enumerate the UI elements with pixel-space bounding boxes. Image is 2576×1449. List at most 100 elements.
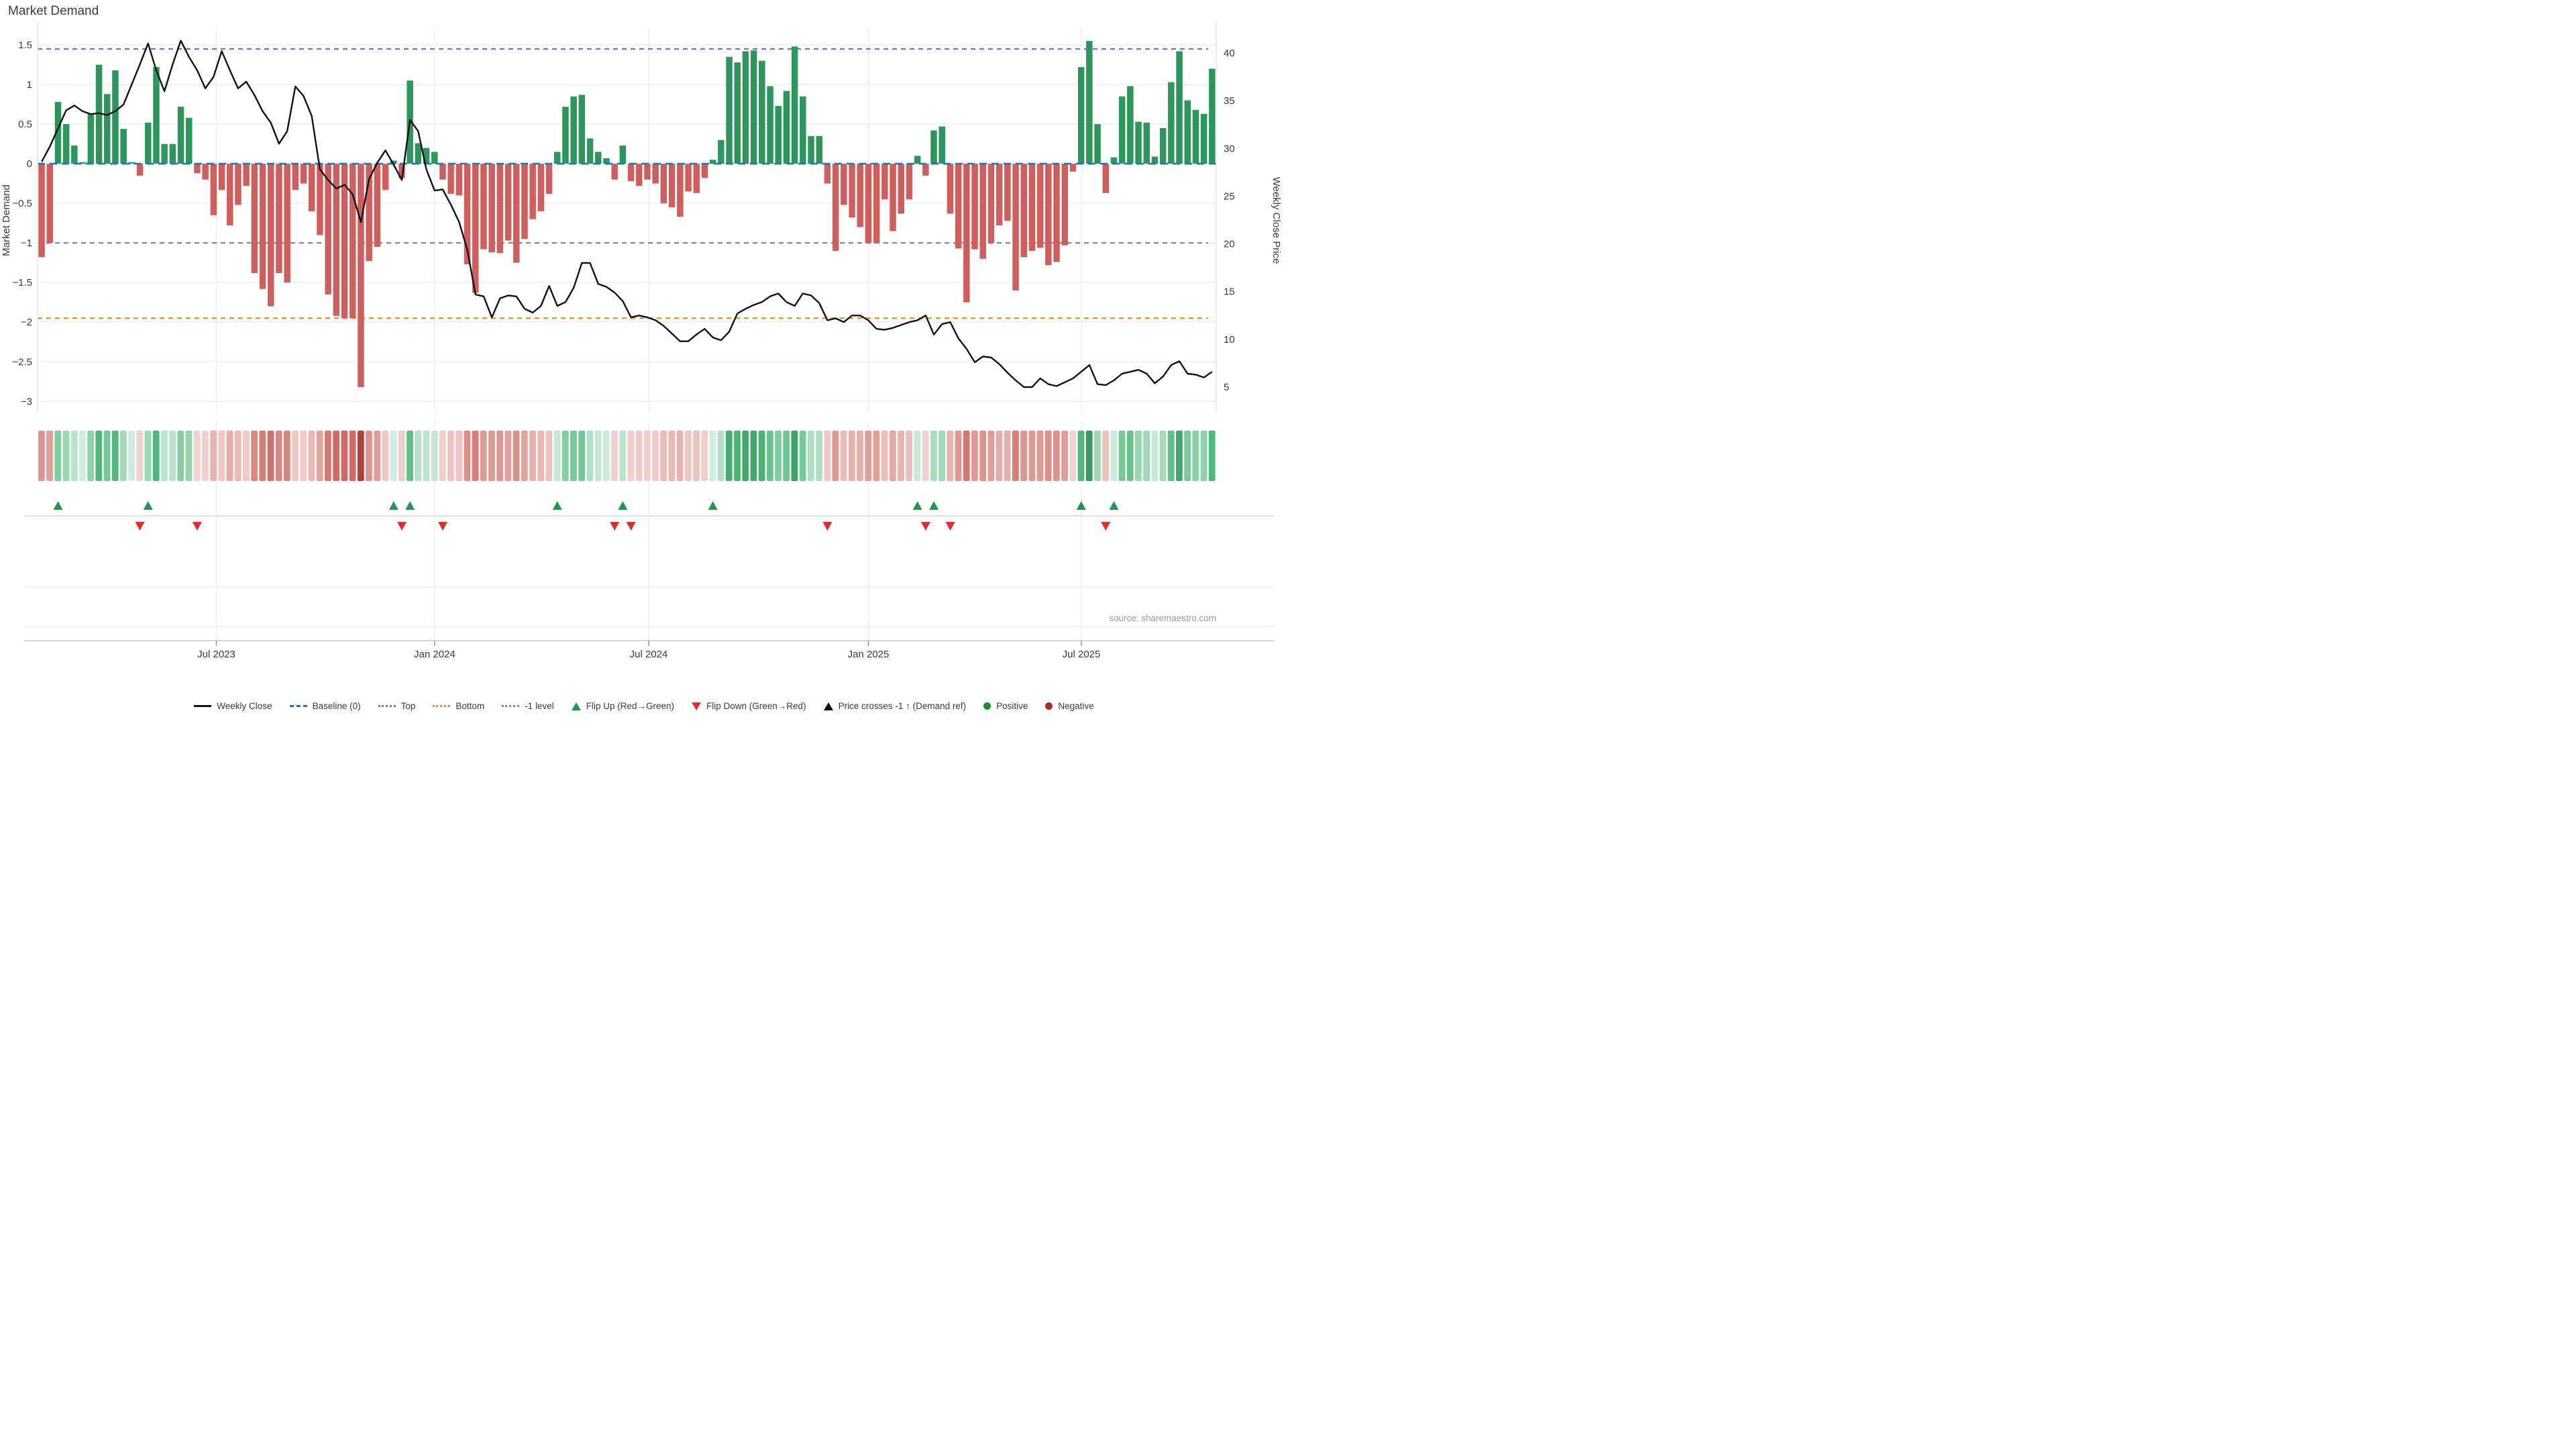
demand-bar bbox=[1094, 124, 1101, 164]
left-axis-title: Market Demand bbox=[1, 184, 12, 256]
demand-bar bbox=[685, 164, 692, 191]
demand-bar bbox=[71, 146, 78, 164]
demand-bar bbox=[1070, 164, 1077, 172]
demand-bar bbox=[513, 164, 520, 263]
demand-bar bbox=[260, 164, 266, 289]
heatmap-cell bbox=[104, 431, 111, 481]
heatmap-cell bbox=[1201, 431, 1208, 481]
heatmap-cell bbox=[218, 431, 225, 481]
heatmap-cell bbox=[300, 431, 307, 481]
heatmap-cell bbox=[570, 431, 577, 481]
triangle-up-icon bbox=[572, 702, 581, 710]
demand-bar bbox=[1144, 123, 1150, 164]
demand-bar bbox=[1111, 158, 1118, 164]
heatmap-cell bbox=[1069, 431, 1076, 481]
demand-bar bbox=[1127, 86, 1134, 164]
demand-bar bbox=[431, 152, 438, 164]
right-axis-tick: 20 bbox=[1224, 239, 1235, 250]
demand-bar bbox=[521, 164, 528, 239]
heatmap-cell bbox=[480, 431, 487, 481]
heatmap-cell bbox=[276, 431, 282, 481]
demand-bar bbox=[1004, 164, 1011, 221]
demand-bar bbox=[1168, 83, 1175, 164]
flip-down-marker bbox=[1101, 522, 1110, 531]
demand-bar bbox=[211, 164, 217, 215]
demand-bar bbox=[1086, 41, 1093, 164]
flip-up-marker bbox=[618, 501, 627, 510]
demand-bar bbox=[980, 164, 987, 259]
heatmap-cell bbox=[890, 431, 896, 481]
heatmap-cell bbox=[1184, 431, 1191, 481]
heatmap-cell bbox=[922, 431, 929, 481]
demand-bar bbox=[235, 164, 241, 205]
flip-down-marker bbox=[397, 522, 407, 531]
flip-up-marker bbox=[389, 501, 398, 510]
demand-bar bbox=[620, 146, 627, 164]
demand-bar bbox=[202, 164, 209, 180]
demand-bar bbox=[595, 152, 602, 164]
demand-bar bbox=[784, 91, 790, 164]
heatmap-cell bbox=[537, 431, 544, 481]
heatmap-cell bbox=[87, 431, 94, 481]
heatmap-cell bbox=[382, 431, 389, 481]
line-swatch bbox=[194, 705, 211, 707]
dashed-line-swatch bbox=[502, 705, 519, 707]
heatmap-cell bbox=[1061, 431, 1068, 481]
left-axis-tick: −2.5 bbox=[12, 356, 32, 368]
demand-bar bbox=[562, 107, 569, 164]
demand-bar bbox=[243, 164, 250, 186]
heatmap-cell bbox=[783, 431, 790, 481]
demand-bar bbox=[456, 164, 463, 195]
heatmap-cell bbox=[169, 431, 176, 481]
demand-bar bbox=[661, 164, 667, 203]
demand-bar bbox=[358, 164, 364, 387]
demand-bar bbox=[751, 50, 757, 164]
heatmap-cell bbox=[767, 431, 773, 481]
heatmap-cell bbox=[1176, 431, 1183, 481]
heatmap-cell bbox=[857, 431, 863, 481]
heatmap-cell bbox=[513, 431, 520, 481]
heatmap-cell bbox=[284, 431, 290, 481]
heatmap-cell bbox=[1143, 431, 1150, 481]
heatmap-cell bbox=[619, 431, 626, 481]
x-axis-tick-label: Jul 2024 bbox=[630, 649, 668, 660]
demand-bar bbox=[1193, 110, 1199, 164]
right-axis-tick: 30 bbox=[1224, 143, 1235, 154]
heatmap-cell bbox=[1110, 431, 1117, 481]
demand-bar bbox=[824, 164, 831, 184]
heatmap-cell bbox=[881, 431, 888, 481]
heatmap-cell bbox=[938, 431, 945, 481]
legend-label: Positive bbox=[996, 701, 1028, 711]
heatmap-cell bbox=[423, 431, 430, 481]
weekly-close-line bbox=[42, 41, 1212, 387]
demand-bar bbox=[301, 164, 307, 184]
dashed-line-swatch bbox=[378, 705, 396, 707]
demand-bar bbox=[1053, 164, 1060, 262]
heatmap-cell bbox=[488, 431, 495, 481]
heatmap-cell bbox=[325, 431, 331, 481]
heatmap-cell bbox=[317, 431, 323, 481]
demand-bar bbox=[317, 164, 323, 235]
demand-bar bbox=[636, 164, 643, 186]
heatmap-cell bbox=[611, 431, 618, 481]
heatmap-cell bbox=[259, 431, 266, 481]
heatmap-cell bbox=[759, 431, 765, 481]
demand-bar bbox=[865, 164, 872, 243]
left-axis-tick: 1 bbox=[27, 79, 32, 91]
legend-label: Top bbox=[401, 701, 416, 711]
heatmap-cell bbox=[1045, 431, 1052, 481]
heatmap-cell bbox=[390, 431, 397, 481]
demand-bar bbox=[472, 164, 479, 293]
legend-item: Positive bbox=[983, 701, 1028, 711]
x-axis-tick-label: Jul 2025 bbox=[1063, 649, 1101, 660]
heatmap-cell bbox=[268, 431, 274, 481]
heatmap-cell bbox=[431, 431, 438, 481]
demand-bar bbox=[726, 57, 733, 164]
heatmap-cell bbox=[496, 431, 503, 481]
demand-bar bbox=[219, 164, 225, 190]
legend-label: Price crosses -1 ↑ (Demand ref) bbox=[839, 701, 967, 711]
flip-up-marker bbox=[144, 501, 153, 510]
demand-bar bbox=[439, 164, 446, 180]
demand-bar bbox=[161, 144, 168, 164]
flip-up-marker bbox=[913, 501, 922, 510]
